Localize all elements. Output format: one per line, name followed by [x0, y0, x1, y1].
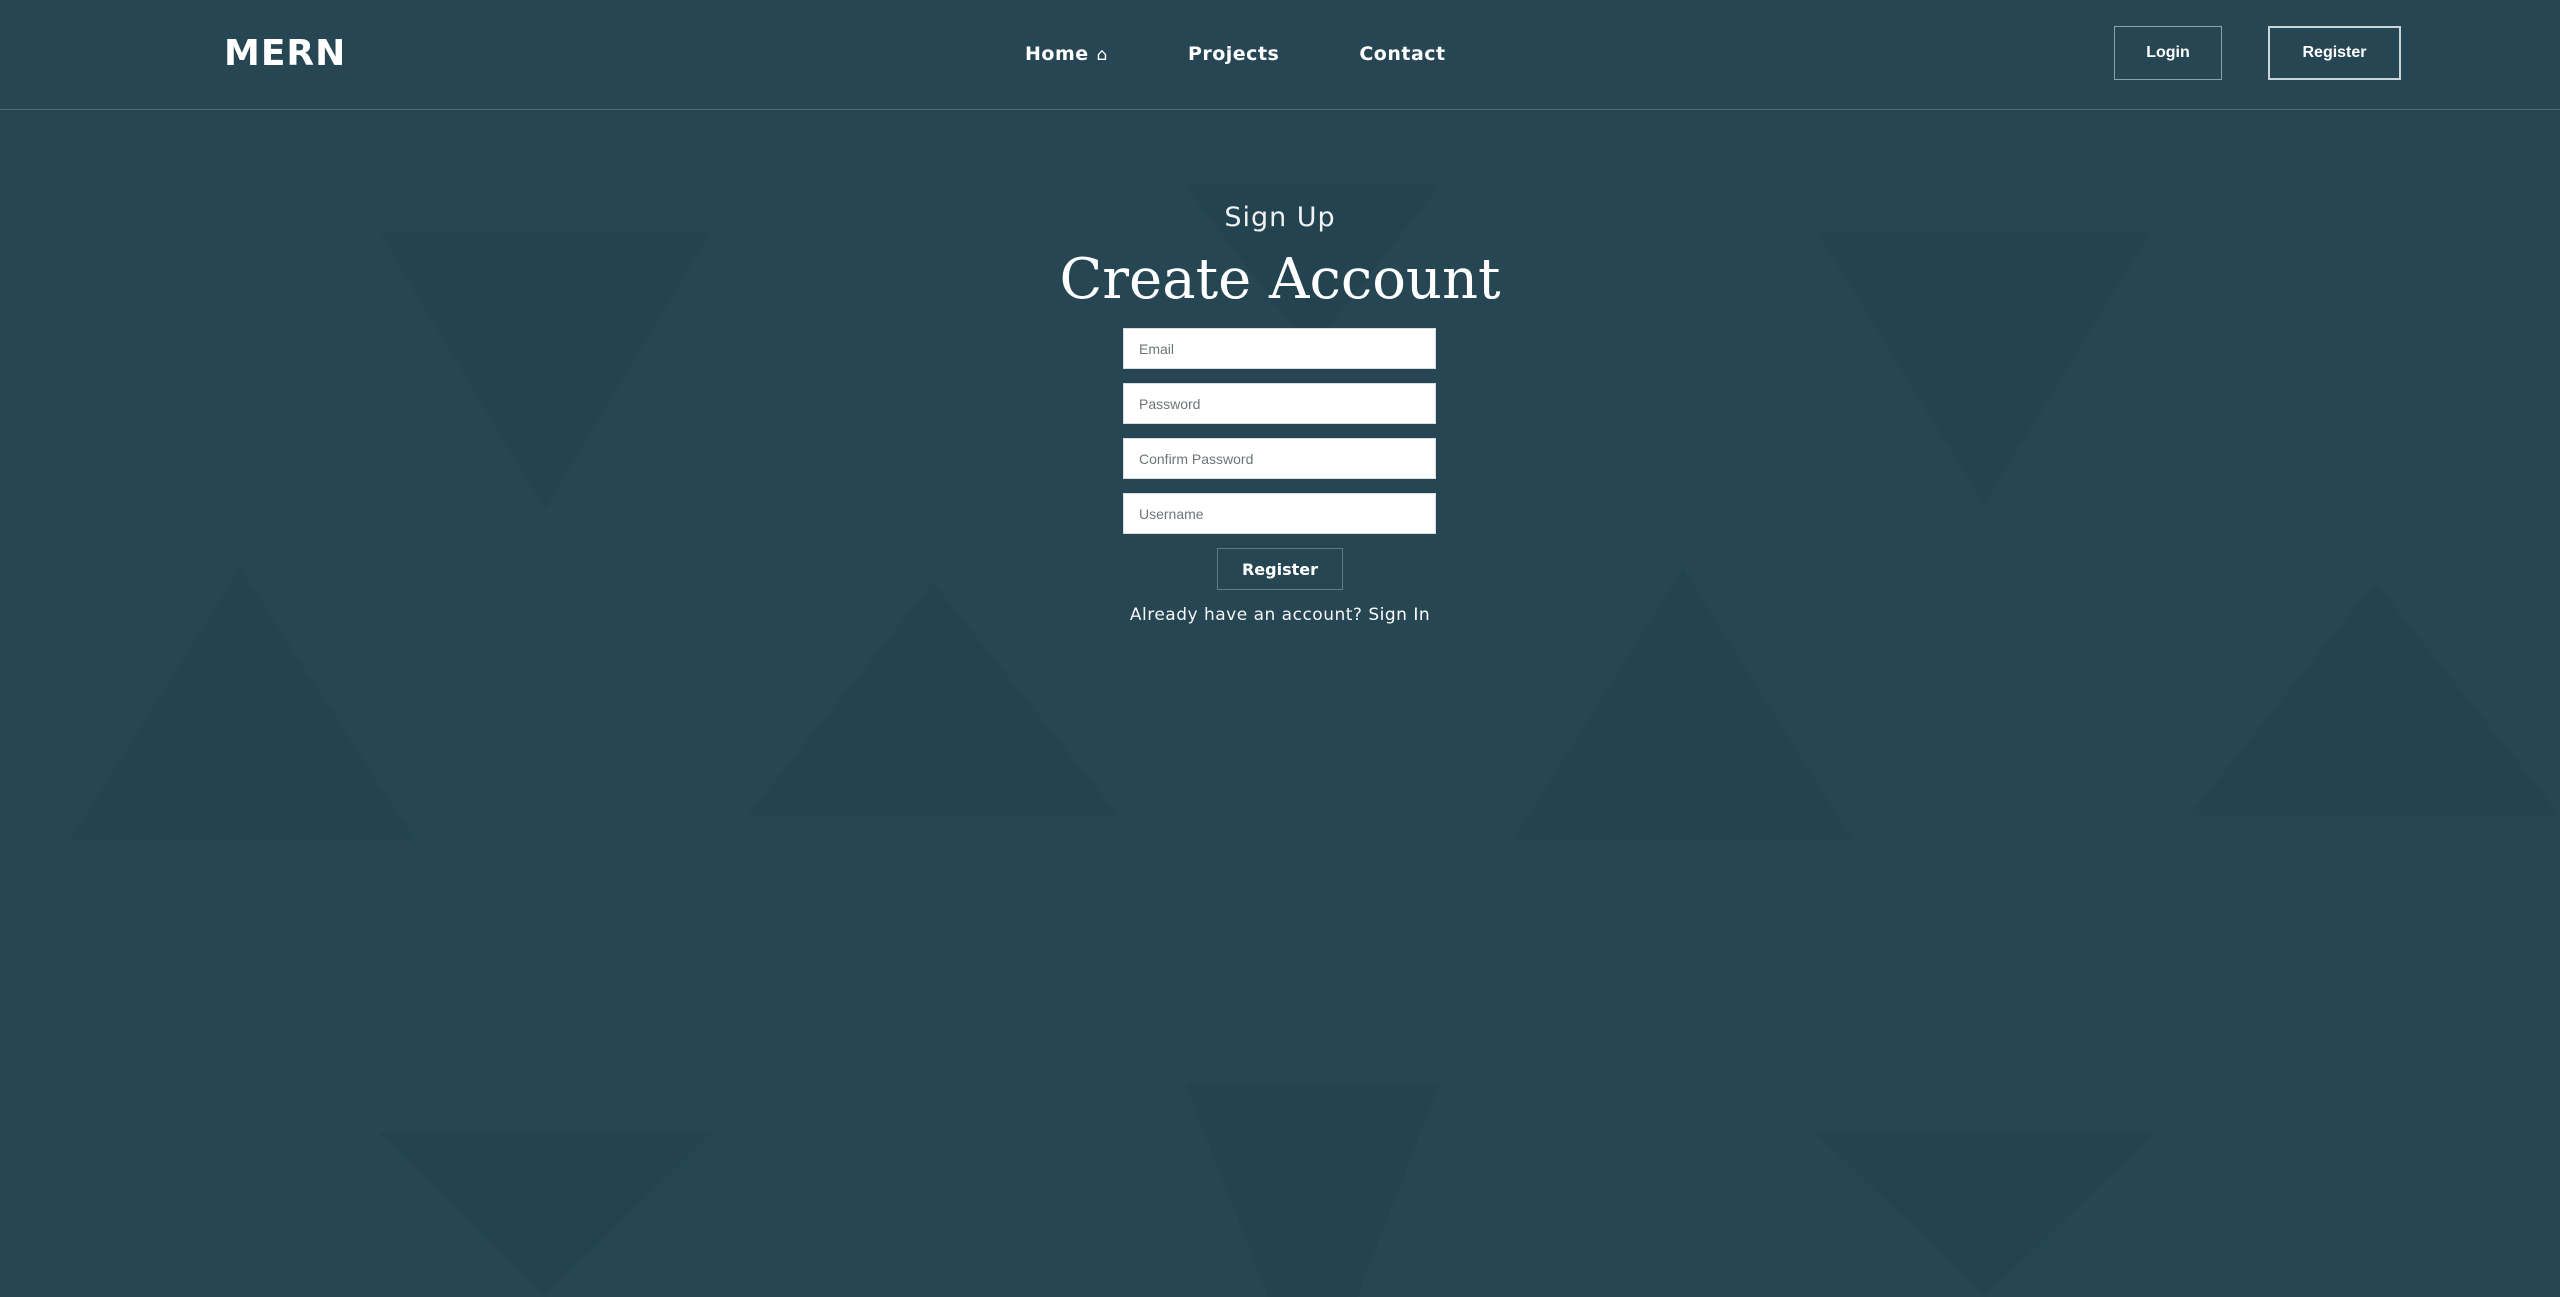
nav-link-home-label: Home	[1025, 43, 1089, 65]
signin-prompt: Already have an account? Sign In	[0, 605, 2560, 625]
form-subtitle: Sign Up	[1224, 202, 1336, 233]
brand-logo[interactable]: MERN	[224, 33, 346, 75]
register-nav-button[interactable]: Register	[2268, 26, 2401, 80]
nav-links: Home ⌂ Projects Contact	[1025, 42, 1446, 67]
background-pattern	[70, 185, 2560, 1297]
login-button[interactable]: Login	[2114, 26, 2222, 80]
password-field[interactable]	[1123, 383, 1436, 424]
home-icon: ⌂	[1096, 45, 1108, 65]
email-field[interactable]	[1123, 328, 1436, 369]
page-title: Create Account	[1059, 247, 1501, 312]
background-triangle	[1815, 1132, 2155, 1297]
background-triangle	[1185, 1083, 1440, 1297]
background-triangle	[378, 1132, 712, 1297]
nav-link-home[interactable]: Home ⌂	[1025, 42, 1108, 67]
nav-link-contact[interactable]: Contact	[1359, 42, 1445, 67]
signin-link[interactable]: Sign In	[1368, 605, 1430, 625]
confirm-password-field[interactable]	[1123, 438, 1436, 479]
signin-prompt-text: Already have an account?	[1129, 605, 1363, 625]
username-field[interactable]	[1123, 493, 1436, 534]
navbar: MERN Home ⌂ Projects Contact Login Regist…	[0, 0, 2560, 110]
register-submit-button[interactable]: Register	[1217, 548, 1343, 590]
nav-link-projects[interactable]: Projects	[1188, 42, 1279, 67]
